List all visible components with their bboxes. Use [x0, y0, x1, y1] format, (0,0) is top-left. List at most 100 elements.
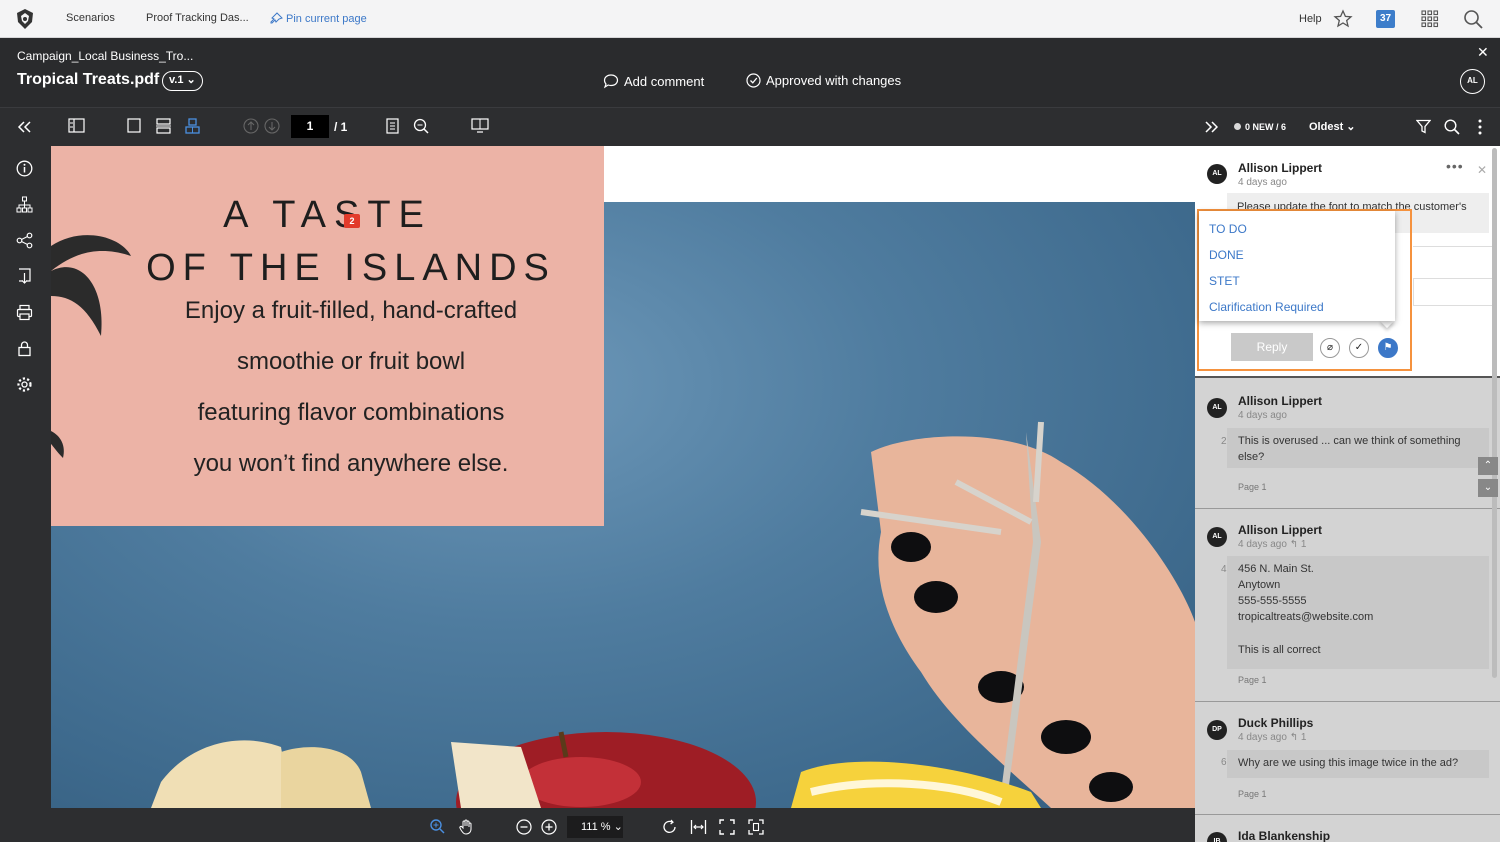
filter-icon[interactable]	[1416, 119, 1431, 134]
user-avatar[interactable]: AL	[1460, 69, 1485, 94]
headline-panel: A TASTE OF THE ISLANDS Enjoy a fruit-fil…	[51, 146, 604, 526]
search-comments-icon[interactable]	[1444, 119, 1460, 135]
pin-icon	[270, 12, 283, 24]
avatar: AL	[1207, 527, 1227, 547]
body-line-2: smoothie or fruit bowl	[236, 348, 466, 375]
search-document-icon[interactable]	[413, 118, 429, 134]
download-icon[interactable]	[16, 268, 33, 285]
lion-logo-icon[interactable]	[14, 8, 36, 30]
fullscreen-icon[interactable]	[719, 819, 735, 835]
breadcrumb-proof-tracking[interactable]: Proof Tracking Das...	[146, 12, 249, 24]
continuous-page-icon[interactable]	[156, 118, 171, 134]
scroll-down-icon[interactable]: ⌄	[1478, 479, 1498, 497]
zoom-out-icon[interactable]	[516, 819, 532, 835]
comment-author: Ida Blankenship	[1238, 829, 1331, 842]
page-total: / 1	[334, 120, 348, 134]
workflow-icon[interactable]	[16, 196, 33, 213]
close-icon[interactable]: ✕	[1477, 44, 1489, 61]
checkmark-icon[interactable]: ✓	[1349, 338, 1369, 358]
comment-time: 4 days ago	[1238, 410, 1287, 421]
scroll-up-icon[interactable]: ⌃	[1478, 457, 1498, 475]
search-icon[interactable]	[1463, 9, 1484, 30]
hand-pan-icon[interactable]	[459, 819, 474, 835]
status-option-clarification[interactable]: Clarification Required	[1209, 300, 1324, 314]
campaign-name[interactable]: Campaign_Local Business_Tro...	[17, 49, 193, 63]
comment-number: 4	[1221, 564, 1227, 575]
sort-dropdown[interactable]: Oldest ⌄	[1309, 120, 1356, 133]
expand-right-icon[interactable]	[1205, 121, 1218, 133]
version-selector[interactable]: v.1 ⌄	[162, 71, 203, 91]
comment-item[interactable]: DP Duck Phillips 4 days ago ↰ 1 6 Why ar…	[1195, 702, 1500, 815]
fit-width-icon[interactable]	[690, 819, 707, 835]
comment-item[interactable]: IB Ida Blankenship	[1195, 815, 1500, 842]
comment-time: 4 days ago ↰ 1	[1238, 539, 1306, 550]
spread-page-icon[interactable]	[185, 118, 200, 134]
thumbnails-icon[interactable]	[68, 118, 85, 133]
zoom-in-icon[interactable]	[541, 819, 557, 835]
page-number-input[interactable]: 1	[291, 115, 329, 138]
status-option-stet[interactable]: STET	[1209, 274, 1240, 288]
zoom-bar: 111 % ⌄	[51, 808, 1195, 842]
reply-button[interactable]: Reply	[1231, 333, 1313, 361]
comment-author: Allison Lippert	[1238, 523, 1322, 537]
zoom-level-select[interactable]: 111 % ⌄	[567, 816, 623, 838]
next-page-icon[interactable]	[264, 118, 280, 134]
headline-line-1: A TASTE	[223, 194, 432, 236]
close-icon[interactable]: ✕	[1477, 163, 1487, 177]
status-option-done[interactable]: DONE	[1209, 248, 1244, 262]
avatar: DP	[1207, 720, 1227, 740]
comment-number: 6	[1221, 757, 1227, 768]
share-icon[interactable]	[16, 232, 33, 249]
document-info-icon[interactable]	[386, 118, 399, 134]
gear-icon[interactable]	[16, 376, 33, 393]
proof-canvas[interactable]: A TASTE OF THE ISLANDS Enjoy a fruit-fil…	[51, 146, 1195, 808]
pin-page-link[interactable]: Pin current page	[270, 12, 367, 25]
attachment-icon[interactable]: ⌀	[1320, 338, 1340, 358]
help-link[interactable]: Help	[1299, 13, 1322, 25]
left-rail	[0, 146, 50, 842]
info-icon[interactable]	[16, 160, 33, 177]
comment-text-line: tropicaltreats@website.com	[1238, 611, 1374, 623]
approval-status-button[interactable]: Approved with changes	[746, 73, 901, 88]
comment-bubble: 6 Why are we using this image twice in t…	[1221, 750, 1489, 778]
status-option-todo[interactable]: TO DO	[1209, 222, 1247, 236]
reply-arrow-icon: ↰	[1289, 539, 1299, 550]
fit-page-icon[interactable]	[748, 819, 764, 835]
chevron-down-icon: ⌄	[613, 821, 623, 833]
more-horizontal-icon[interactable]: •••	[1446, 158, 1464, 174]
star-icon[interactable]	[1333, 9, 1353, 29]
zoom-tool-icon[interactable]	[430, 819, 445, 834]
comment-item[interactable]: AL Allison Lippert 4 days ago ↰ 1 4 456 …	[1195, 509, 1500, 702]
collapse-left-icon[interactable]	[17, 121, 31, 133]
apps-grid-icon[interactable]	[1421, 10, 1439, 28]
flag-icon[interactable]: ⚑	[1378, 338, 1398, 358]
more-vertical-icon[interactable]	[1478, 119, 1482, 135]
previous-page-icon[interactable]	[243, 118, 259, 134]
speech-bubble-icon	[603, 74, 619, 89]
lock-icon[interactable]	[16, 340, 33, 357]
status-menu: TO DO DONE STET Clarification Required	[1199, 211, 1395, 321]
headline-line-2: OF THE ISLANDS	[146, 247, 556, 289]
notification-badge[interactable]: 37	[1376, 10, 1395, 28]
single-page-icon[interactable]	[127, 118, 141, 133]
comment-time: 4 days ago	[1238, 177, 1287, 188]
avatar: AL	[1207, 164, 1227, 184]
comment-item[interactable]: AL Allison Lippert 4 days ago 2 This is …	[1195, 380, 1500, 509]
document-header: Campaign_Local Business_Tro... Tropical …	[0, 38, 1500, 108]
comment-author: Allison Lippert	[1238, 161, 1322, 175]
comment-author: Duck Phillips	[1238, 716, 1314, 730]
comment-bubble: 4 456 N. Main St. Anytown 555-555-5555 t…	[1221, 556, 1489, 669]
comment-author: Allison Lippert	[1238, 394, 1322, 408]
rotate-icon[interactable]	[662, 819, 678, 835]
comment-pin-marker[interactable]: 2	[344, 214, 360, 228]
viewer-toolbar: 1 / 1	[0, 108, 1195, 146]
comments-scrollbar[interactable]	[1492, 148, 1497, 678]
chevron-down-icon: ⌄	[186, 74, 196, 86]
breadcrumb-scenarios[interactable]: Scenarios	[66, 12, 115, 24]
print-icon[interactable]	[16, 304, 33, 321]
compare-view-icon[interactable]	[471, 118, 489, 133]
body-line-1: Enjoy a fruit-filled, hand-crafted	[184, 297, 518, 324]
reply-input[interactable]	[1413, 278, 1493, 306]
add-comment-button[interactable]: Add comment	[603, 73, 704, 89]
comment-time: 4 days ago ↰ 1	[1238, 732, 1306, 743]
